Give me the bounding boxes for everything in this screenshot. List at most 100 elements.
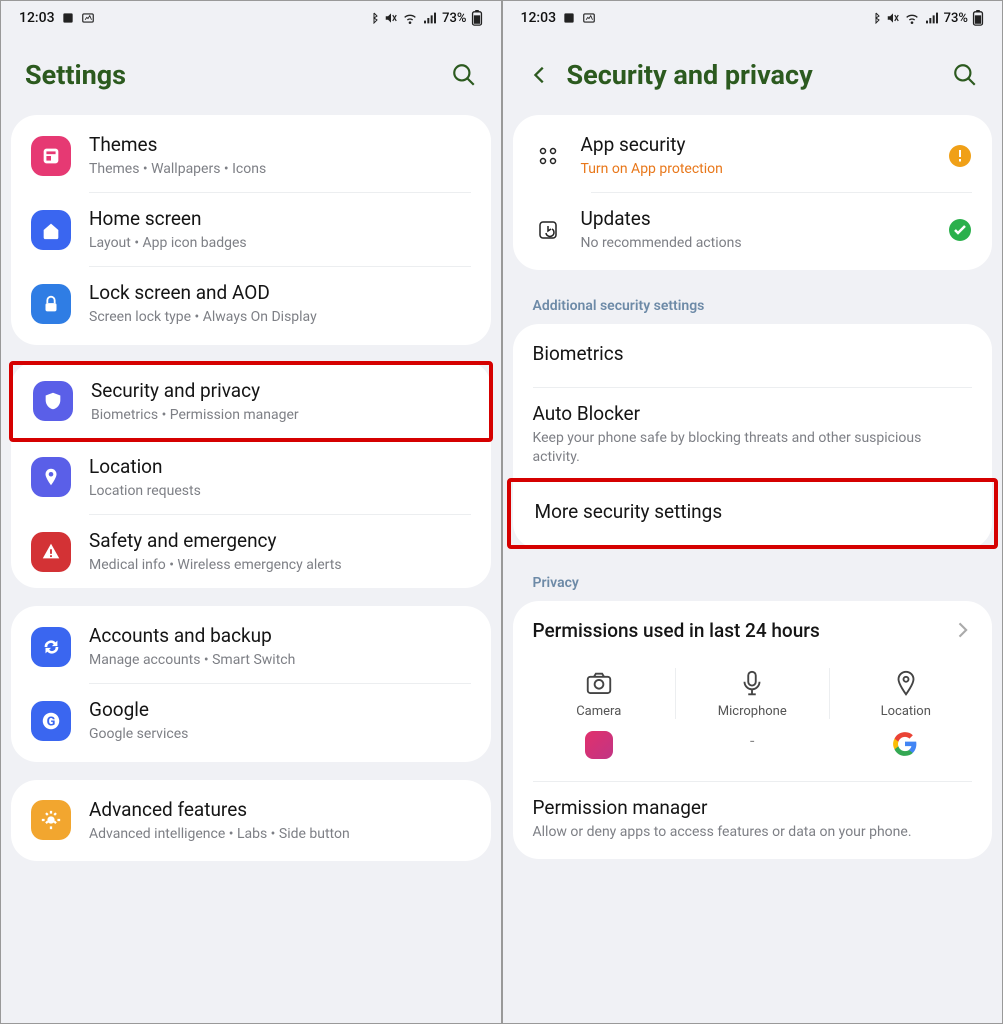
row-sub: Allow or deny apps to access features or… [533,823,973,841]
shield-icon [33,381,73,421]
row-title: Security and privacy [91,379,469,402]
gear-icon [31,800,71,840]
security-status-card: App security Turn on App protection Upda… [513,115,993,270]
row-title: Accounts and backup [89,624,471,647]
perm-location[interactable]: Location [830,668,983,719]
row-more-security-settings[interactable]: More security settings [511,482,995,545]
row-advanced-features[interactable]: Advanced features Advanced intelligence … [11,784,491,857]
settings-header: Settings [1,35,501,115]
themes-icon [31,136,71,176]
row-sub: Manage accounts • Smart Switch [89,651,471,669]
row-title: Safety and emergency [89,529,471,552]
emergency-icon [31,532,71,572]
row-title: Google [89,698,471,721]
search-icon[interactable] [451,62,477,88]
row-sub: Advanced intelligence • Labs • Side butt… [89,825,471,843]
row-accounts-backup[interactable]: Accounts and backup Manage accounts • Sm… [11,610,491,683]
row-title: Location [89,455,471,478]
permission-apps: - [513,723,993,781]
bluetooth-icon [870,12,882,24]
status-battery: 73% [944,11,968,26]
mute-icon [886,11,900,25]
nfc-icon [562,11,576,25]
status-time: 12:03 [521,10,557,26]
settings-group-appearance: Themes Themes • Wallpapers • Icons Home … [11,115,491,345]
row-sub: Layout • App icon badges [89,234,471,252]
sync-icon [31,627,71,667]
row-updates[interactable]: Updates No recommended actions [513,193,993,266]
highlight-security-privacy: Security and privacy Biometrics • Permis… [9,361,493,442]
check-badge-icon [948,218,972,242]
row-google[interactable]: G Google Google services [11,684,491,757]
no-app-label: - [750,731,754,750]
settings-group-security: Security and privacy Biometrics • Permis… [11,361,491,589]
battery-icon [972,10,984,26]
page-title: Security and privacy [567,59,939,91]
row-lock-screen[interactable]: Lock screen and AOD Screen lock type • A… [11,267,491,340]
instagram-icon [585,731,613,759]
svg-text:G: G [47,714,56,729]
row-location[interactable]: Location Location requests [11,441,491,514]
status-time: 12:03 [19,10,55,26]
chevron-right-icon [952,620,972,644]
row-sub: Keep your phone safe by blocking threats… [533,429,973,465]
additional-security-card: Biometrics Auto Blocker Keep your phone … [513,324,993,548]
row-home-screen[interactable]: Home screen Layout • App icon badges [11,193,491,266]
grid-icon [533,141,563,171]
security-privacy-screen: 12:03 73% Security and privacy [502,0,1003,1024]
row-permissions-used[interactable]: Permissions used in last 24 hours [513,605,993,660]
row-security-privacy[interactable]: Security and privacy Biometrics • Permis… [13,365,489,438]
row-sub: Themes • Wallpapers • Icons [89,160,471,178]
row-sub: Screen lock type • Always On Display [89,308,471,326]
google-icon: G [31,701,71,741]
camera-icon [584,668,614,698]
row-title: Home screen [89,207,471,230]
page-title: Settings [25,59,437,91]
row-permission-manager[interactable]: Permission manager Allow or deny apps to… [513,782,993,855]
status-bar: 12:03 73% [503,1,1003,35]
security-header: Security and privacy [503,35,1003,115]
mute-icon [384,11,398,25]
back-button[interactable] [527,62,553,88]
app-location-user[interactable] [829,731,982,763]
permission-categories: Camera Microphone Location [513,660,993,723]
app-mic-user: - [676,731,829,763]
media-icon [81,11,95,25]
row-safety-emergency[interactable]: Safety and emergency Medical info • Wire… [11,515,491,588]
wifi-icon [904,10,920,26]
row-title: Permission manager [533,796,973,819]
row-sub: Medical info • Wireless emergency alerts [89,556,471,574]
lock-icon [31,284,71,324]
perm-camera[interactable]: Camera [523,668,677,719]
media-icon [582,11,596,25]
row-title: App security [581,133,931,156]
row-app-security[interactable]: App security Turn on App protection [513,119,993,192]
update-icon [533,215,563,245]
bluetooth-icon [368,12,380,24]
privacy-card: Permissions used in last 24 hours Camera… [513,601,993,859]
status-battery: 73% [442,11,466,26]
location-pin-icon [31,457,71,497]
row-title: Auto Blocker [533,402,973,425]
signal-icon [924,10,940,26]
row-sub: No recommended actions [581,234,931,252]
microphone-icon [737,668,767,698]
row-themes[interactable]: Themes Themes • Wallpapers • Icons [11,119,491,192]
perm-label: Microphone [718,704,787,719]
home-icon [31,210,71,250]
location-icon [891,668,921,698]
section-additional-security: Additional security settings [513,288,993,324]
section-privacy: Privacy [513,565,993,601]
settings-group-accounts: Accounts and backup Manage accounts • Sm… [11,606,491,761]
row-title: Advanced features [89,798,471,821]
nfc-icon [61,11,75,25]
row-sub: Location requests [89,482,471,500]
warning-badge-icon [948,144,972,168]
highlight-more-security: More security settings [507,478,999,549]
app-camera-user[interactable] [523,731,676,763]
row-sub: Google services [89,725,471,743]
perm-microphone[interactable]: Microphone [676,668,830,719]
row-biometrics[interactable]: Biometrics [513,324,993,387]
search-icon[interactable] [952,62,978,88]
row-auto-blocker[interactable]: Auto Blocker Keep your phone safe by blo… [513,388,993,479]
